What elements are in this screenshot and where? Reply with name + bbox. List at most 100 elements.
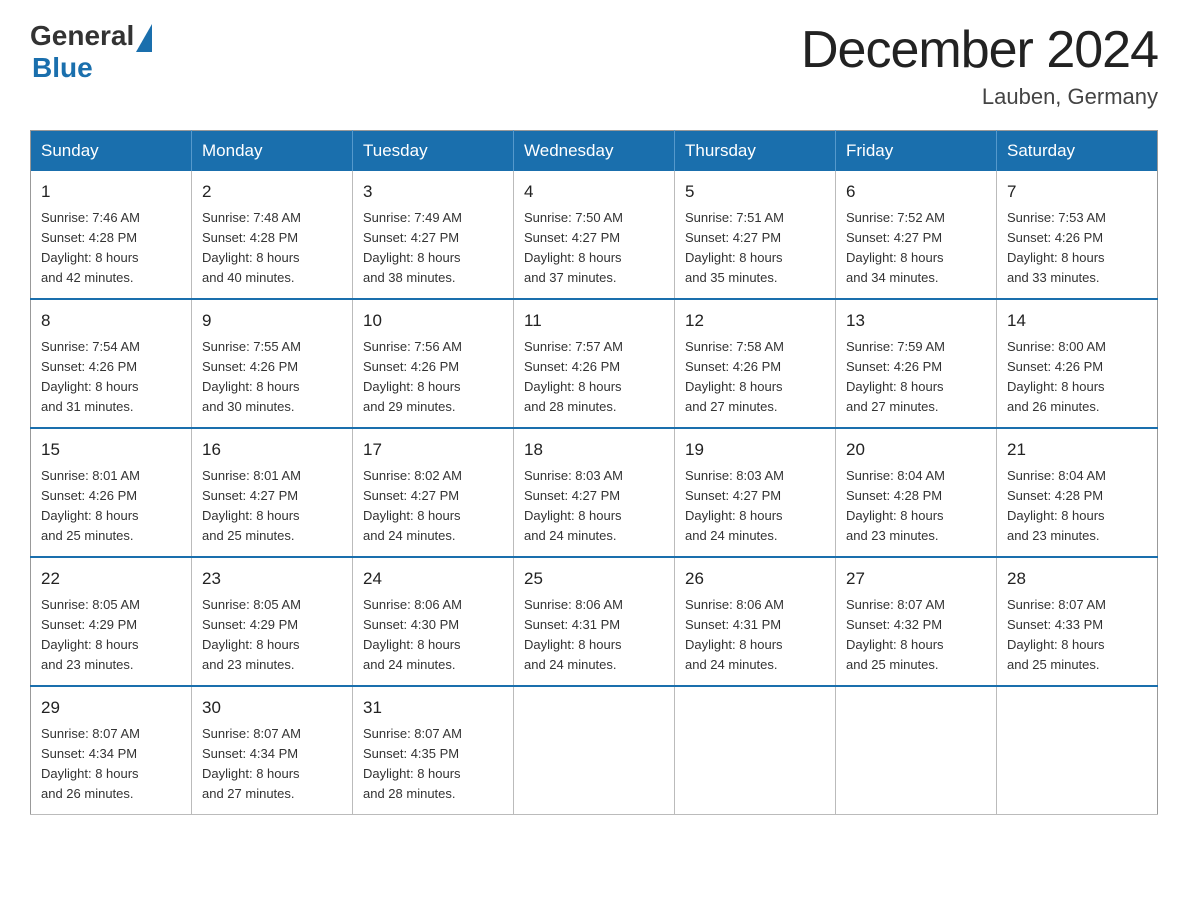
day-number: 23: [202, 566, 342, 592]
calendar-cell: 18 Sunrise: 8:03 AMSunset: 4:27 PMDayligh…: [514, 428, 675, 557]
logo-blue-text: Blue: [32, 52, 152, 84]
day-info: Sunrise: 8:01 AMSunset: 4:27 PMDaylight:…: [202, 466, 342, 547]
day-number: 2: [202, 179, 342, 205]
day-info: Sunrise: 7:51 AMSunset: 4:27 PMDaylight:…: [685, 208, 825, 289]
day-info: Sunrise: 7:58 AMSunset: 4:26 PMDaylight:…: [685, 337, 825, 418]
calendar-cell: 15Sunrise: 8:01 AMSunset: 4:26 PMDayligh…: [31, 428, 192, 557]
day-number: 31: [363, 695, 503, 721]
day-number: 7: [1007, 179, 1147, 205]
day-info: Sunrise: 8:02 AMSunset: 4:27 PMDaylight:…: [363, 466, 503, 547]
calendar-cell: [675, 686, 836, 815]
calendar-cell: 6Sunrise: 7:52 AMSunset: 4:27 PMDaylight…: [836, 171, 997, 299]
day-number: 22: [41, 566, 181, 592]
calendar-cell: 9 Sunrise: 7:55 AMSunset: 4:26 PMDaylight…: [192, 299, 353, 428]
calendar-cell: [997, 686, 1158, 815]
day-number: 3: [363, 179, 503, 205]
calendar-cell: 22 Sunrise: 8:05 AMSunset: 4:29 PMDayligh…: [31, 557, 192, 686]
calendar-cell: 23 Sunrise: 8:05 AMSunset: 4:29 PMDayligh…: [192, 557, 353, 686]
logo-wrapper: General Blue: [30, 20, 152, 84]
day-info: Sunrise: 8:03 AMSunset: 4:27 PMDaylight:…: [685, 466, 825, 547]
day-info: Sunrise: 8:06 AMSunset: 4:31 PMDaylight:…: [685, 595, 825, 676]
day-number: 13: [846, 308, 986, 334]
day-info: Sunrise: 7:56 AMSunset: 4:26 PMDaylight:…: [363, 337, 503, 418]
weekday-header-friday: Friday: [836, 131, 997, 172]
day-number: 10: [363, 308, 503, 334]
day-number: 9: [202, 308, 342, 334]
day-number: 26: [685, 566, 825, 592]
calendar-cell: 16Sunrise: 8:01 AMSunset: 4:27 PMDayligh…: [192, 428, 353, 557]
day-number: 18: [524, 437, 664, 463]
day-number: 19: [685, 437, 825, 463]
calendar-cell: 11Sunrise: 7:57 AMSunset: 4:26 PMDayligh…: [514, 299, 675, 428]
day-number: 25: [524, 566, 664, 592]
day-number: 12: [685, 308, 825, 334]
day-number: 24: [363, 566, 503, 592]
day-info: Sunrise: 7:53 AMSunset: 4:26 PMDaylight:…: [1007, 208, 1147, 289]
weekday-header-sunday: Sunday: [31, 131, 192, 172]
calendar-cell: 31 Sunrise: 8:07 AMSunset: 4:35 PMDayligh…: [353, 686, 514, 815]
calendar-week-row: 1 Sunrise: 7:46 AMSunset: 4:28 PMDaylight…: [31, 171, 1158, 299]
day-number: 14: [1007, 308, 1147, 334]
calendar-table: SundayMondayTuesdayWednesdayThursdayFrid…: [30, 130, 1158, 815]
day-info: Sunrise: 8:07 AMSunset: 4:34 PMDaylight:…: [202, 724, 342, 805]
day-info: Sunrise: 8:06 AMSunset: 4:30 PMDaylight:…: [363, 595, 503, 676]
calendar-cell: 13 Sunrise: 7:59 AMSunset: 4:26 PMDayligh…: [836, 299, 997, 428]
day-info: Sunrise: 8:04 AMSunset: 4:28 PMDaylight:…: [1007, 466, 1147, 547]
calendar-subtitle: Lauben, Germany: [801, 84, 1158, 110]
calendar-week-row: 15Sunrise: 8:01 AMSunset: 4:26 PMDayligh…: [31, 428, 1158, 557]
day-info: Sunrise: 8:04 AMSunset: 4:28 PMDaylight:…: [846, 466, 986, 547]
calendar-week-row: 29Sunrise: 8:07 AMSunset: 4:34 PMDayligh…: [31, 686, 1158, 815]
day-info: Sunrise: 8:06 AMSunset: 4:31 PMDaylight:…: [524, 595, 664, 676]
calendar-cell: 4 Sunrise: 7:50 AMSunset: 4:27 PMDaylight…: [514, 171, 675, 299]
day-number: 4: [524, 179, 664, 205]
day-number: 28: [1007, 566, 1147, 592]
day-number: 30: [202, 695, 342, 721]
day-info: Sunrise: 7:55 AMSunset: 4:26 PMDaylight:…: [202, 337, 342, 418]
day-number: 11: [524, 308, 664, 334]
day-info: Sunrise: 8:07 AMSunset: 4:35 PMDaylight:…: [363, 724, 503, 805]
day-number: 5: [685, 179, 825, 205]
calendar-week-row: 8 Sunrise: 7:54 AMSunset: 4:26 PMDaylight…: [31, 299, 1158, 428]
weekday-header-wednesday: Wednesday: [514, 131, 675, 172]
calendar-week-row: 22 Sunrise: 8:05 AMSunset: 4:29 PMDayligh…: [31, 557, 1158, 686]
title-block: December 2024 Lauben, Germany: [801, 20, 1158, 110]
calendar-cell: 20Sunrise: 8:04 AMSunset: 4:28 PMDayligh…: [836, 428, 997, 557]
day-info: Sunrise: 8:07 AMSunset: 4:34 PMDaylight:…: [41, 724, 181, 805]
calendar-cell: 7 Sunrise: 7:53 AMSunset: 4:26 PMDaylight…: [997, 171, 1158, 299]
calendar-cell: 2 Sunrise: 7:48 AMSunset: 4:28 PMDaylight…: [192, 171, 353, 299]
day-info: Sunrise: 8:05 AMSunset: 4:29 PMDaylight:…: [202, 595, 342, 676]
day-number: 1: [41, 179, 181, 205]
calendar-cell: 25 Sunrise: 8:06 AMSunset: 4:31 PMDayligh…: [514, 557, 675, 686]
calendar-cell: 12 Sunrise: 7:58 AMSunset: 4:26 PMDayligh…: [675, 299, 836, 428]
day-info: Sunrise: 7:59 AMSunset: 4:26 PMDaylight:…: [846, 337, 986, 418]
calendar-cell: 3Sunrise: 7:49 AMSunset: 4:27 PMDaylight…: [353, 171, 514, 299]
day-info: Sunrise: 8:03 AMSunset: 4:27 PMDaylight:…: [524, 466, 664, 547]
day-info: Sunrise: 7:54 AMSunset: 4:26 PMDaylight:…: [41, 337, 181, 418]
day-info: Sunrise: 7:48 AMSunset: 4:28 PMDaylight:…: [202, 208, 342, 289]
calendar-cell: 1 Sunrise: 7:46 AMSunset: 4:28 PMDaylight…: [31, 171, 192, 299]
day-info: Sunrise: 8:05 AMSunset: 4:29 PMDaylight:…: [41, 595, 181, 676]
weekday-header-saturday: Saturday: [997, 131, 1158, 172]
logo-triangle-icon: [136, 24, 152, 52]
weekday-header-monday: Monday: [192, 131, 353, 172]
day-info: Sunrise: 8:07 AMSunset: 4:33 PMDaylight:…: [1007, 595, 1147, 676]
calendar-cell: 30 Sunrise: 8:07 AMSunset: 4:34 PMDayligh…: [192, 686, 353, 815]
logo-line1: General: [30, 20, 152, 52]
calendar-cell: 26 Sunrise: 8:06 AMSunset: 4:31 PMDayligh…: [675, 557, 836, 686]
page-header: General Blue December 2024 Lauben, Germa…: [30, 20, 1158, 110]
day-info: Sunrise: 7:52 AMSunset: 4:27 PMDaylight:…: [846, 208, 986, 289]
day-number: 8: [41, 308, 181, 334]
calendar-cell: 8 Sunrise: 7:54 AMSunset: 4:26 PMDaylight…: [31, 299, 192, 428]
day-info: Sunrise: 7:46 AMSunset: 4:28 PMDaylight:…: [41, 208, 181, 289]
day-number: 27: [846, 566, 986, 592]
day-number: 17: [363, 437, 503, 463]
calendar-cell: 29Sunrise: 8:07 AMSunset: 4:34 PMDayligh…: [31, 686, 192, 815]
calendar-cell: 19 Sunrise: 8:03 AMSunset: 4:27 PMDayligh…: [675, 428, 836, 557]
calendar-cell: [514, 686, 675, 815]
day-info: Sunrise: 7:50 AMSunset: 4:27 PMDaylight:…: [524, 208, 664, 289]
weekday-header-tuesday: Tuesday: [353, 131, 514, 172]
calendar-cell: 17 Sunrise: 8:02 AMSunset: 4:27 PMDayligh…: [353, 428, 514, 557]
calendar-cell: 14Sunrise: 8:00 AMSunset: 4:26 PMDayligh…: [997, 299, 1158, 428]
calendar-cell: 28 Sunrise: 8:07 AMSunset: 4:33 PMDayligh…: [997, 557, 1158, 686]
day-number: 21: [1007, 437, 1147, 463]
